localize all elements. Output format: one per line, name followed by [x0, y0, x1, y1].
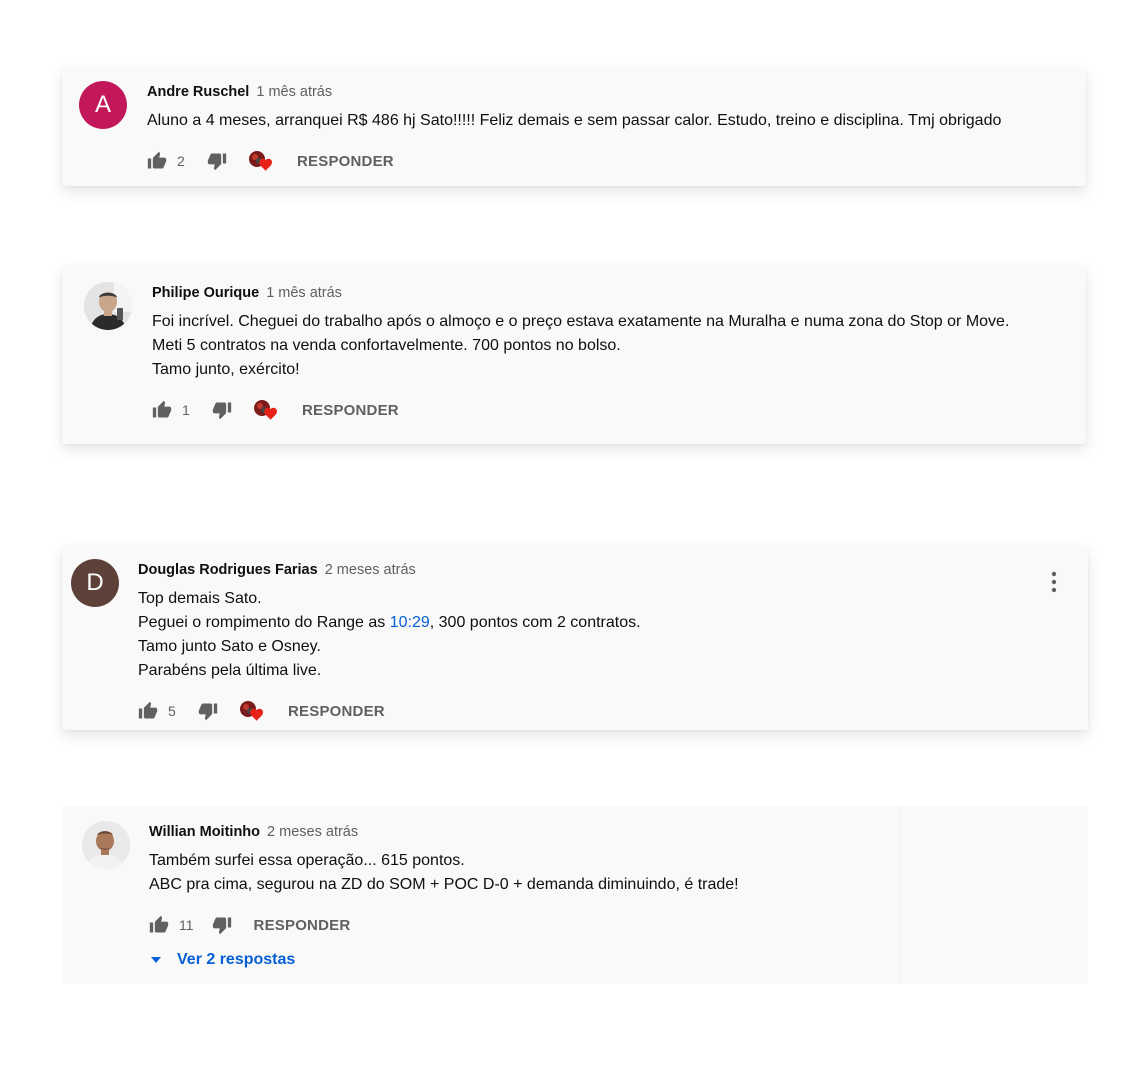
user-photo-icon: [82, 821, 130, 869]
comment-header: Andre Ruschel 1 mês atrás: [147, 83, 1001, 101]
thumb-up-icon: [147, 151, 167, 169]
comment-header: Willian Moitinho 2 meses atrás: [149, 823, 739, 841]
thumb-down-icon: [198, 703, 218, 721]
comment-text: Também surfei essa operação... 615 ponto…: [149, 852, 739, 893]
comment-header: Philipe Ourique 1 mês atrás: [152, 284, 1009, 302]
like-button[interactable]: [138, 701, 158, 721]
thumb-up-icon: [152, 400, 172, 418]
comment-time[interactable]: 2 meses atrás: [267, 824, 358, 840]
caret-down-icon: [151, 957, 161, 963]
creator-heart-icon: [254, 400, 277, 420]
dislike-button[interactable]: [207, 151, 227, 171]
reply-button[interactable]: RESPONDER: [288, 703, 385, 720]
dislike-button[interactable]: [212, 915, 232, 935]
comment-card: Philipe Ourique 1 mês atrás Foi incrível…: [62, 266, 1086, 444]
author-name[interactable]: Philipe Ourique: [152, 285, 259, 301]
like-count: 11: [179, 917, 194, 933]
like-count: 5: [168, 703, 176, 719]
view-replies-button[interactable]: Ver 2 respostas: [149, 951, 739, 969]
creator-heart-badge: [252, 398, 280, 422]
dislike-button[interactable]: [212, 400, 232, 420]
creator-heart-badge: [238, 699, 266, 723]
comment-text: Foi incrível. Cheguei do trabalho após o…: [152, 313, 1010, 378]
timestamp-link[interactable]: 10:29: [390, 614, 430, 631]
like-button[interactable]: [152, 400, 172, 420]
comment-actions: 11 RESPONDER: [149, 913, 739, 937]
comment-time[interactable]: 2 meses atrás: [325, 562, 416, 578]
comment-time[interactable]: 1 mês atrás: [256, 84, 332, 100]
avatar[interactable]: D: [71, 559, 119, 607]
comment-actions: 2 RESPONDER: [147, 149, 1001, 173]
more-actions-button[interactable]: [1044, 568, 1064, 596]
comment-card: A Andre Ruschel 1 mês atrás Aluno a 4 me…: [62, 68, 1086, 186]
comment-actions: 1 RESPONDER: [152, 398, 1009, 422]
comment-card: Willian Moitinho 2 meses atrás Também su…: [62, 806, 1088, 984]
author-name[interactable]: Willian Moitinho: [149, 824, 260, 840]
author-name[interactable]: Andre Ruschel: [147, 84, 249, 100]
creator-heart-icon: [240, 701, 263, 721]
like-button[interactable]: [147, 151, 167, 171]
avatar[interactable]: [84, 282, 132, 330]
thumb-up-icon: [138, 701, 158, 719]
like-count: 2: [177, 153, 185, 169]
thumb-up-icon: [149, 915, 169, 933]
creator-heart-badge: [247, 149, 275, 173]
comment-actions: 5 RESPONDER: [138, 699, 641, 723]
divider: [900, 806, 901, 984]
like-button[interactable]: [149, 915, 169, 935]
comment-header: Douglas Rodrigues Farias 2 meses atrás: [138, 561, 641, 579]
view-replies-label: Ver 2 respostas: [177, 951, 296, 968]
dislike-button[interactable]: [198, 701, 218, 721]
avatar[interactable]: A: [79, 81, 127, 129]
author-name[interactable]: Douglas Rodrigues Farias: [138, 562, 318, 578]
more-vert-icon: [1051, 571, 1057, 593]
avatar[interactable]: [82, 821, 130, 869]
creator-heart-icon: [249, 151, 272, 171]
reply-button[interactable]: RESPONDER: [302, 402, 399, 419]
comment-text: Top demais Sato. Peguei o rompimento do …: [138, 590, 641, 679]
comment-text: Aluno a 4 meses, arranquei R$ 486 hj Sat…: [147, 112, 1002, 129]
user-photo-icon: [84, 282, 132, 330]
thumb-down-icon: [212, 917, 231, 935]
comment-time[interactable]: 1 mês atrás: [266, 285, 342, 301]
reply-button[interactable]: RESPONDER: [297, 153, 394, 170]
thumb-down-icon: [212, 402, 232, 420]
comment-card: D Douglas Rodrigues Farias 2 meses atrás…: [62, 546, 1088, 730]
thumb-down-icon: [207, 153, 227, 171]
like-count: 1: [182, 402, 190, 418]
reply-button[interactable]: RESPONDER: [254, 917, 351, 934]
